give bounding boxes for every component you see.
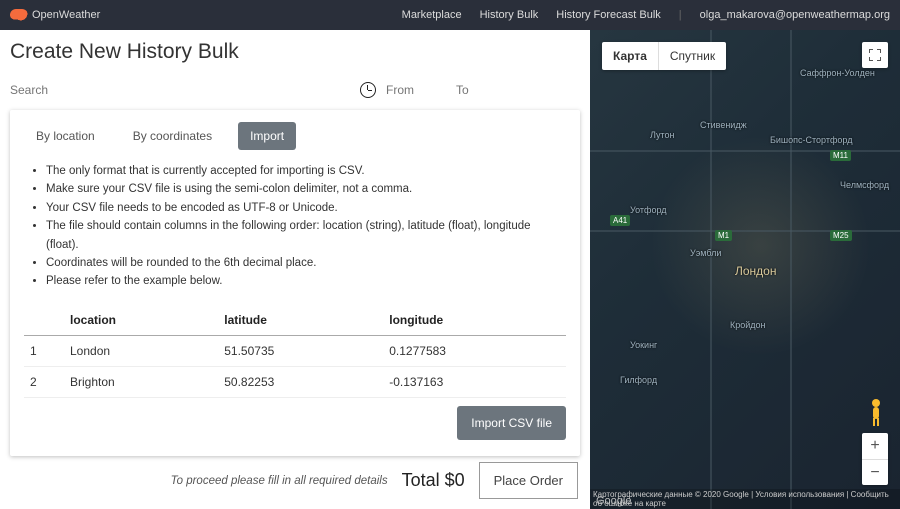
import-csv-button[interactable]: Import CSV file	[457, 406, 566, 440]
instruction-item: Coordinates will be rounded to the 6th d…	[46, 254, 566, 272]
openweather-icon	[10, 9, 28, 21]
instruction-item: Make sure your CSV file is using the sem…	[46, 180, 566, 198]
tab-by-coordinates[interactable]: By coordinates	[121, 122, 224, 150]
user-email[interactable]: olga_makarova@openweathermap.org	[700, 9, 890, 21]
map-type-satellite[interactable]: Спутник	[658, 42, 726, 70]
from-input[interactable]	[386, 83, 446, 97]
proceed-hint: To proceed please fill in all required d…	[171, 475, 388, 487]
to-input[interactable]	[456, 83, 516, 97]
left-panel: Create New History Bulk By location By c…	[0, 30, 590, 509]
tab-by-location[interactable]: By location	[24, 122, 107, 150]
instruction-item: Your CSV file needs to be encoded as UTF…	[46, 199, 566, 217]
example-table: location latitude longitude 1 London 51.…	[24, 305, 566, 398]
top-nav-bar: OpenWeather Marketplace History Bulk His…	[0, 0, 900, 30]
zoom-control: + −	[862, 433, 888, 485]
total-price: Total $0	[402, 470, 465, 491]
th-latitude: latitude	[218, 305, 383, 336]
map-attribution: Картографические данные © 2020 Google | …	[590, 489, 900, 509]
fullscreen-icon	[869, 49, 881, 61]
instruction-item: The only format that is currently accept…	[46, 162, 566, 180]
place-order-button[interactable]: Place Order	[479, 462, 578, 499]
tab-import[interactable]: Import	[238, 122, 296, 150]
table-row: 2 Brighton 50.82253 -0.137163	[24, 366, 566, 397]
brand-logo[interactable]: OpenWeather	[10, 9, 100, 21]
th-idx	[24, 305, 64, 336]
page-title: Create New History Bulk	[10, 40, 580, 64]
map-container[interactable]: Лондон Уотфорд Стивенидж Челмсфорд Бишоп…	[590, 30, 900, 509]
instruction-item: The file should contain columns in the f…	[46, 217, 566, 254]
clock-icon	[360, 82, 376, 98]
nav-history-forecast-bulk[interactable]: History Forecast Bulk	[556, 9, 661, 21]
map-label-london: Лондон	[735, 264, 776, 278]
map-type-control: Карта Спутник	[602, 42, 726, 70]
brand-name: OpenWeather	[32, 9, 100, 21]
order-footer: To proceed please fill in all required d…	[171, 462, 578, 499]
instructions-list: The only format that is currently accept…	[24, 162, 566, 291]
fullscreen-button[interactable]	[862, 42, 888, 68]
th-location: location	[64, 305, 218, 336]
zoom-in-button[interactable]: +	[862, 433, 888, 459]
table-row: 1 London 51.50735 0.1277583	[24, 335, 566, 366]
nav-marketplace[interactable]: Marketplace	[402, 9, 462, 21]
th-longitude: longitude	[383, 305, 566, 336]
nav-separator: |	[679, 9, 682, 21]
search-input[interactable]	[10, 83, 350, 97]
zoom-out-button[interactable]: −	[862, 459, 888, 485]
nav-history-bulk[interactable]: History Bulk	[480, 9, 539, 21]
import-panel: By location By coordinates Import The on…	[10, 110, 580, 456]
instruction-item: Please refer to the example below.	[46, 272, 566, 290]
search-row	[10, 82, 580, 98]
map-type-map[interactable]: Карта	[602, 42, 658, 70]
pegman-icon[interactable]	[864, 397, 888, 427]
